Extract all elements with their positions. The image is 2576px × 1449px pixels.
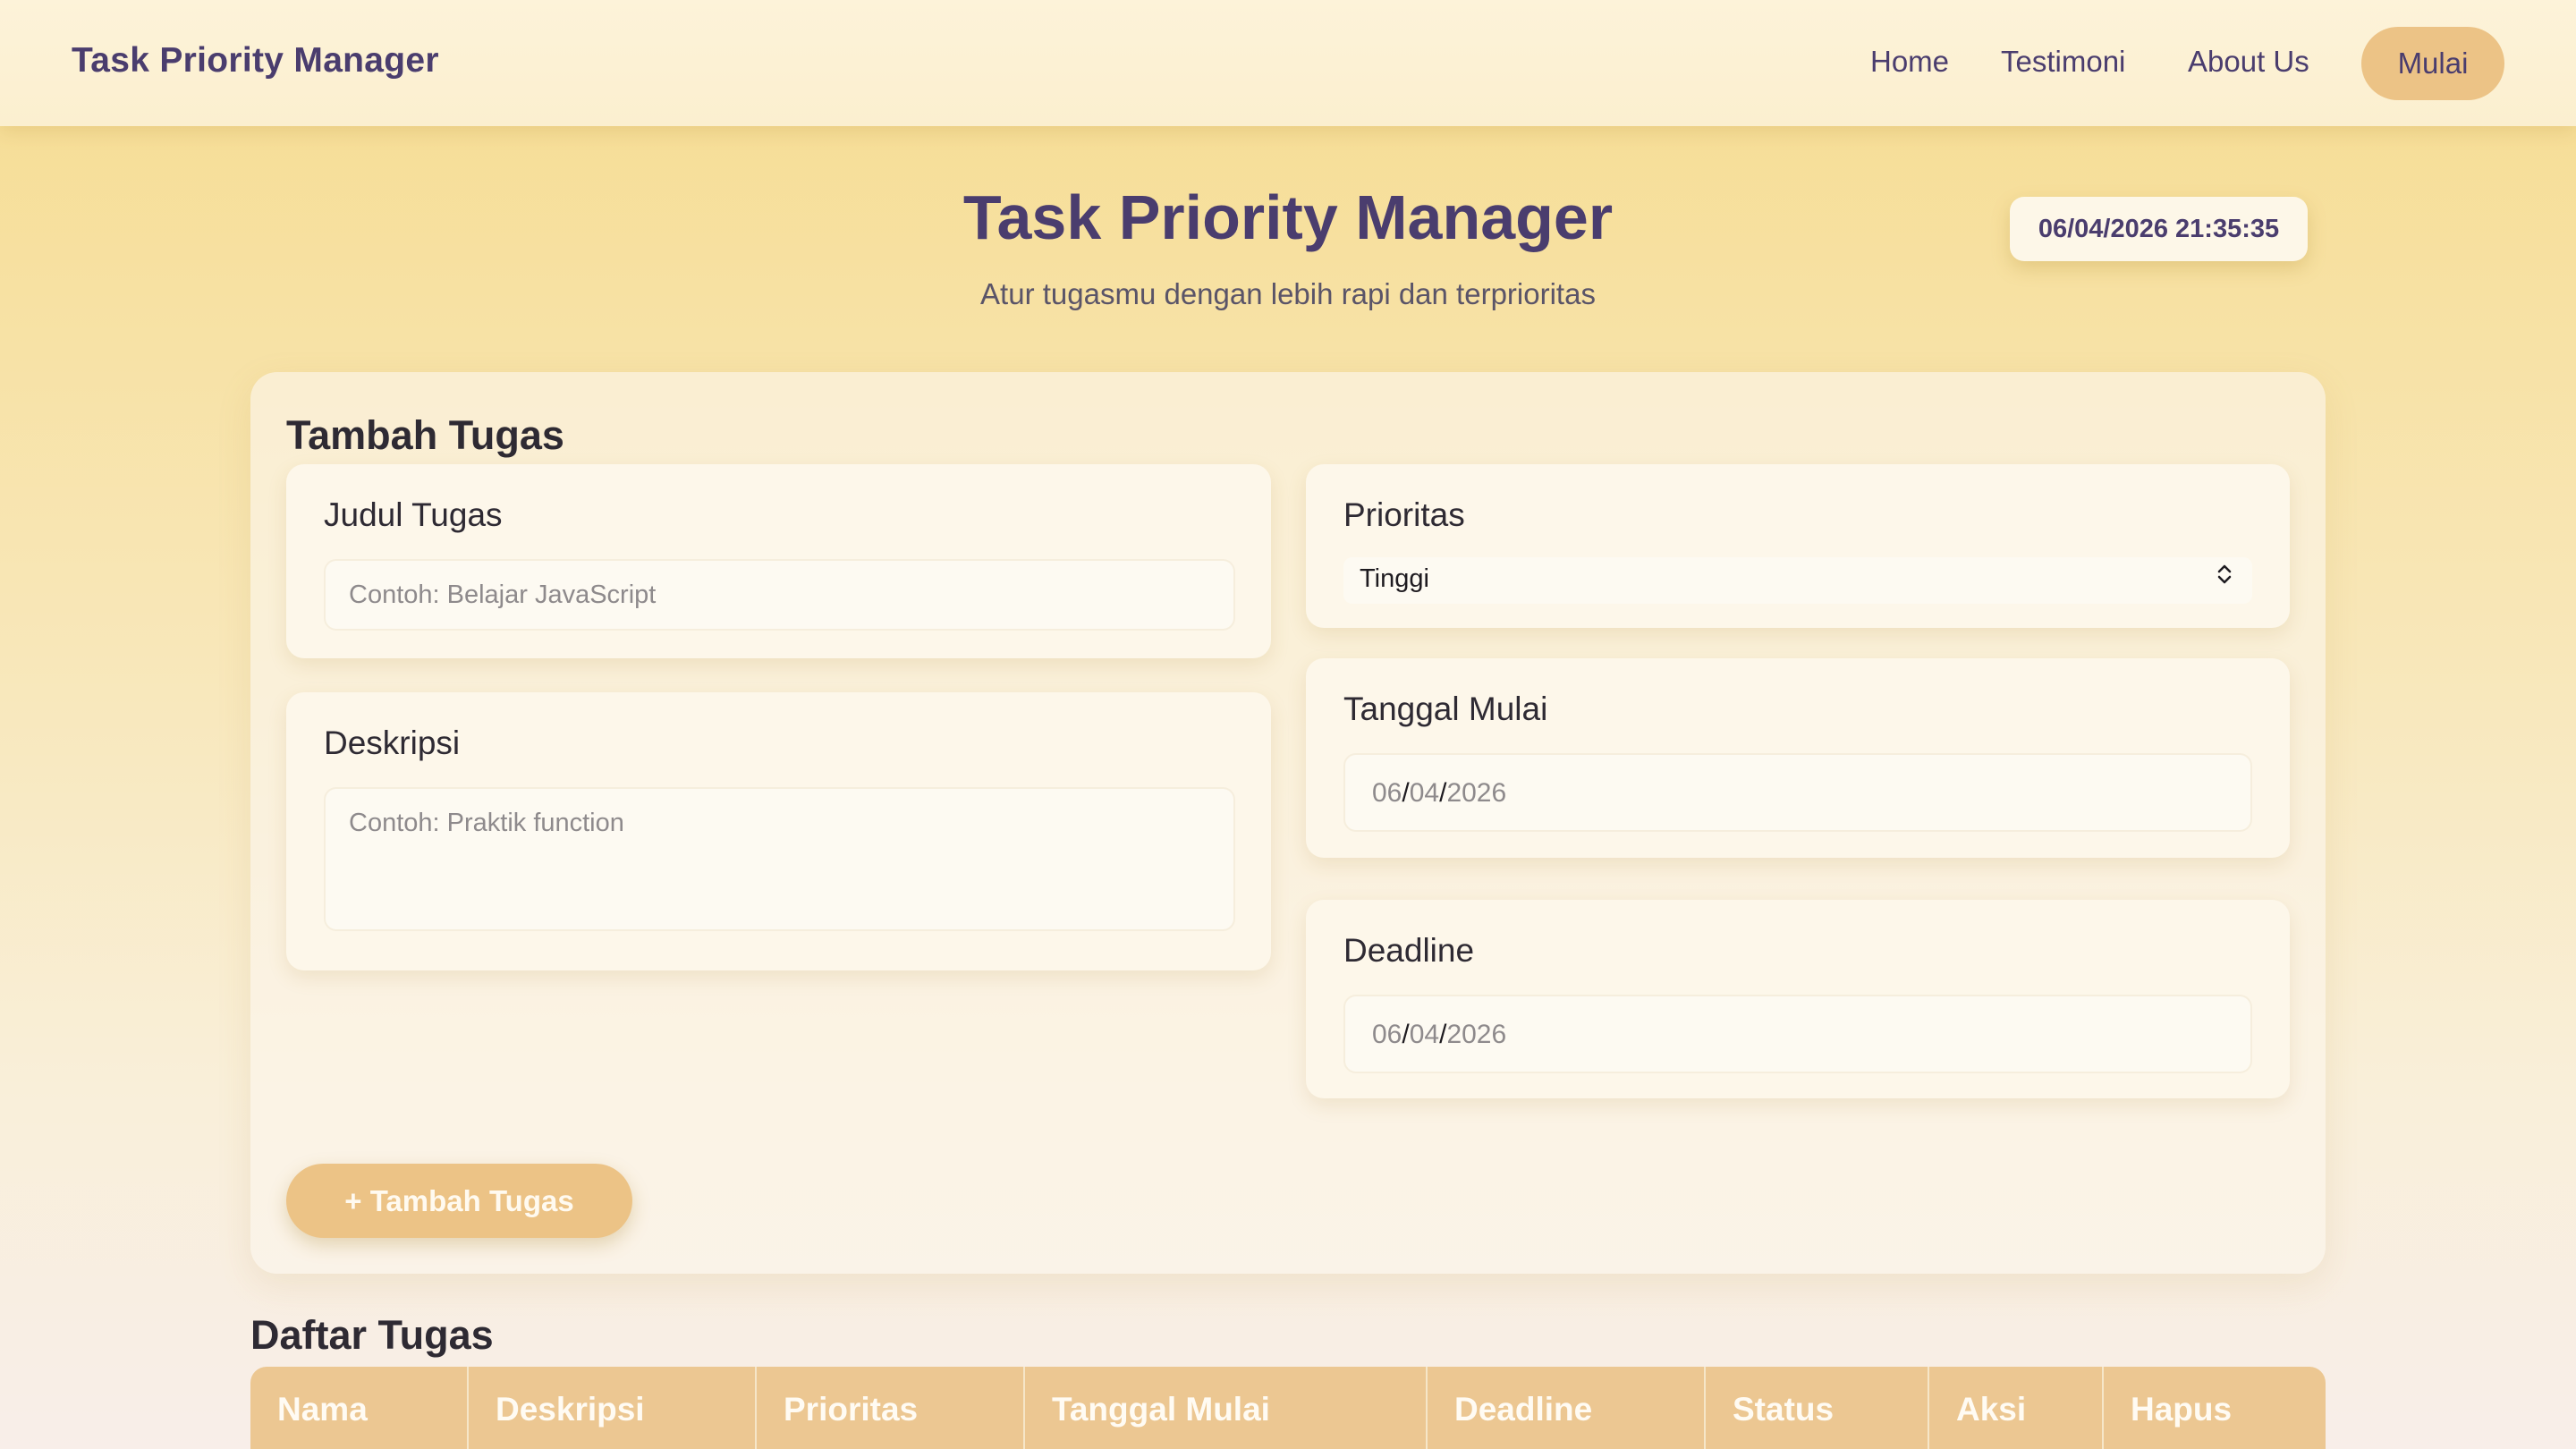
priority-label: Prioritas bbox=[1343, 496, 1465, 533]
column-header-hapus[interactable]: Hapus bbox=[2102, 1367, 2326, 1449]
start-date-year: 2026 bbox=[1446, 778, 1507, 808]
priority-field-card: Prioritas Tinggi bbox=[1306, 464, 2290, 628]
navbar: Task Priority Manager Home Testimoni Abo… bbox=[0, 0, 2576, 126]
column-header-status[interactable]: Status bbox=[1704, 1367, 1928, 1449]
add-task-form: Tambah Tugas Judul Tugas Contoh: Belajar… bbox=[250, 372, 2326, 1274]
brand-logo-text[interactable]: Task Priority Manager bbox=[72, 41, 439, 80]
column-header-nama[interactable]: Nama bbox=[250, 1367, 467, 1449]
column-header-deskripsi[interactable]: Deskripsi bbox=[467, 1367, 755, 1449]
page-subtitle: Atur tugasmu dengan lebih rapi dan terpr… bbox=[980, 277, 1596, 310]
add-task-button[interactable]: + Tambah Tugas bbox=[286, 1164, 632, 1238]
nav-link-home[interactable]: Home bbox=[1870, 45, 1949, 79]
start-date-input[interactable]: 06/04/2026 bbox=[1343, 753, 2252, 832]
description-label: Deskripsi bbox=[324, 724, 461, 761]
form-title: Tambah Tugas bbox=[286, 412, 564, 458]
description-textarea[interactable]: Contoh: Praktik function bbox=[324, 787, 1235, 931]
priority-selected-value: Tinggi bbox=[1360, 564, 1429, 593]
date-separator: / bbox=[1402, 778, 1410, 808]
task-list-title: Daftar Tugas bbox=[250, 1312, 494, 1358]
nav-link-testimoni[interactable]: Testimoni bbox=[2001, 45, 2125, 79]
start-date-month: 04 bbox=[1409, 778, 1440, 808]
start-date-day: 06 bbox=[1372, 778, 1402, 808]
column-header-deadline[interactable]: Deadline bbox=[1426, 1367, 1704, 1449]
mulai-button[interactable]: Mulai bbox=[2361, 27, 2504, 100]
chevron-up-down-icon bbox=[2216, 563, 2233, 587]
task-title-field-card: Judul Tugas Contoh: Belajar JavaScript bbox=[286, 464, 1271, 658]
task-table-header: Nama Deskripsi Prioritas Tanggal Mulai D… bbox=[250, 1367, 2326, 1449]
column-header-tanggal-mulai[interactable]: Tanggal Mulai bbox=[1023, 1367, 1426, 1449]
datetime-clock: 06/04/2026 21:35:35 bbox=[2010, 197, 2308, 261]
deadline-label: Deadline bbox=[1343, 932, 1475, 969]
date-separator: / bbox=[1402, 1020, 1410, 1049]
priority-select[interactable]: Tinggi bbox=[1343, 557, 2252, 604]
start-date-label: Tanggal Mulai bbox=[1343, 691, 1548, 727]
task-title-label: Judul Tugas bbox=[324, 496, 503, 533]
deadline-field-card: Deadline 06/04/2026 bbox=[1306, 900, 2290, 1098]
column-header-prioritas[interactable]: Prioritas bbox=[755, 1367, 1023, 1449]
deadline-month: 04 bbox=[1409, 1020, 1440, 1049]
task-title-input[interactable]: Contoh: Belajar JavaScript bbox=[324, 559, 1235, 631]
nav-link-about-us[interactable]: About Us bbox=[2188, 45, 2309, 79]
deadline-year: 2026 bbox=[1446, 1020, 1507, 1049]
description-field-card: Deskripsi Contoh: Praktik function bbox=[286, 692, 1271, 970]
column-header-aksi[interactable]: Aksi bbox=[1928, 1367, 2102, 1449]
deadline-input[interactable]: 06/04/2026 bbox=[1343, 995, 2252, 1073]
start-date-field-card: Tanggal Mulai 06/04/2026 bbox=[1306, 658, 2290, 858]
deadline-day: 06 bbox=[1372, 1020, 1402, 1049]
